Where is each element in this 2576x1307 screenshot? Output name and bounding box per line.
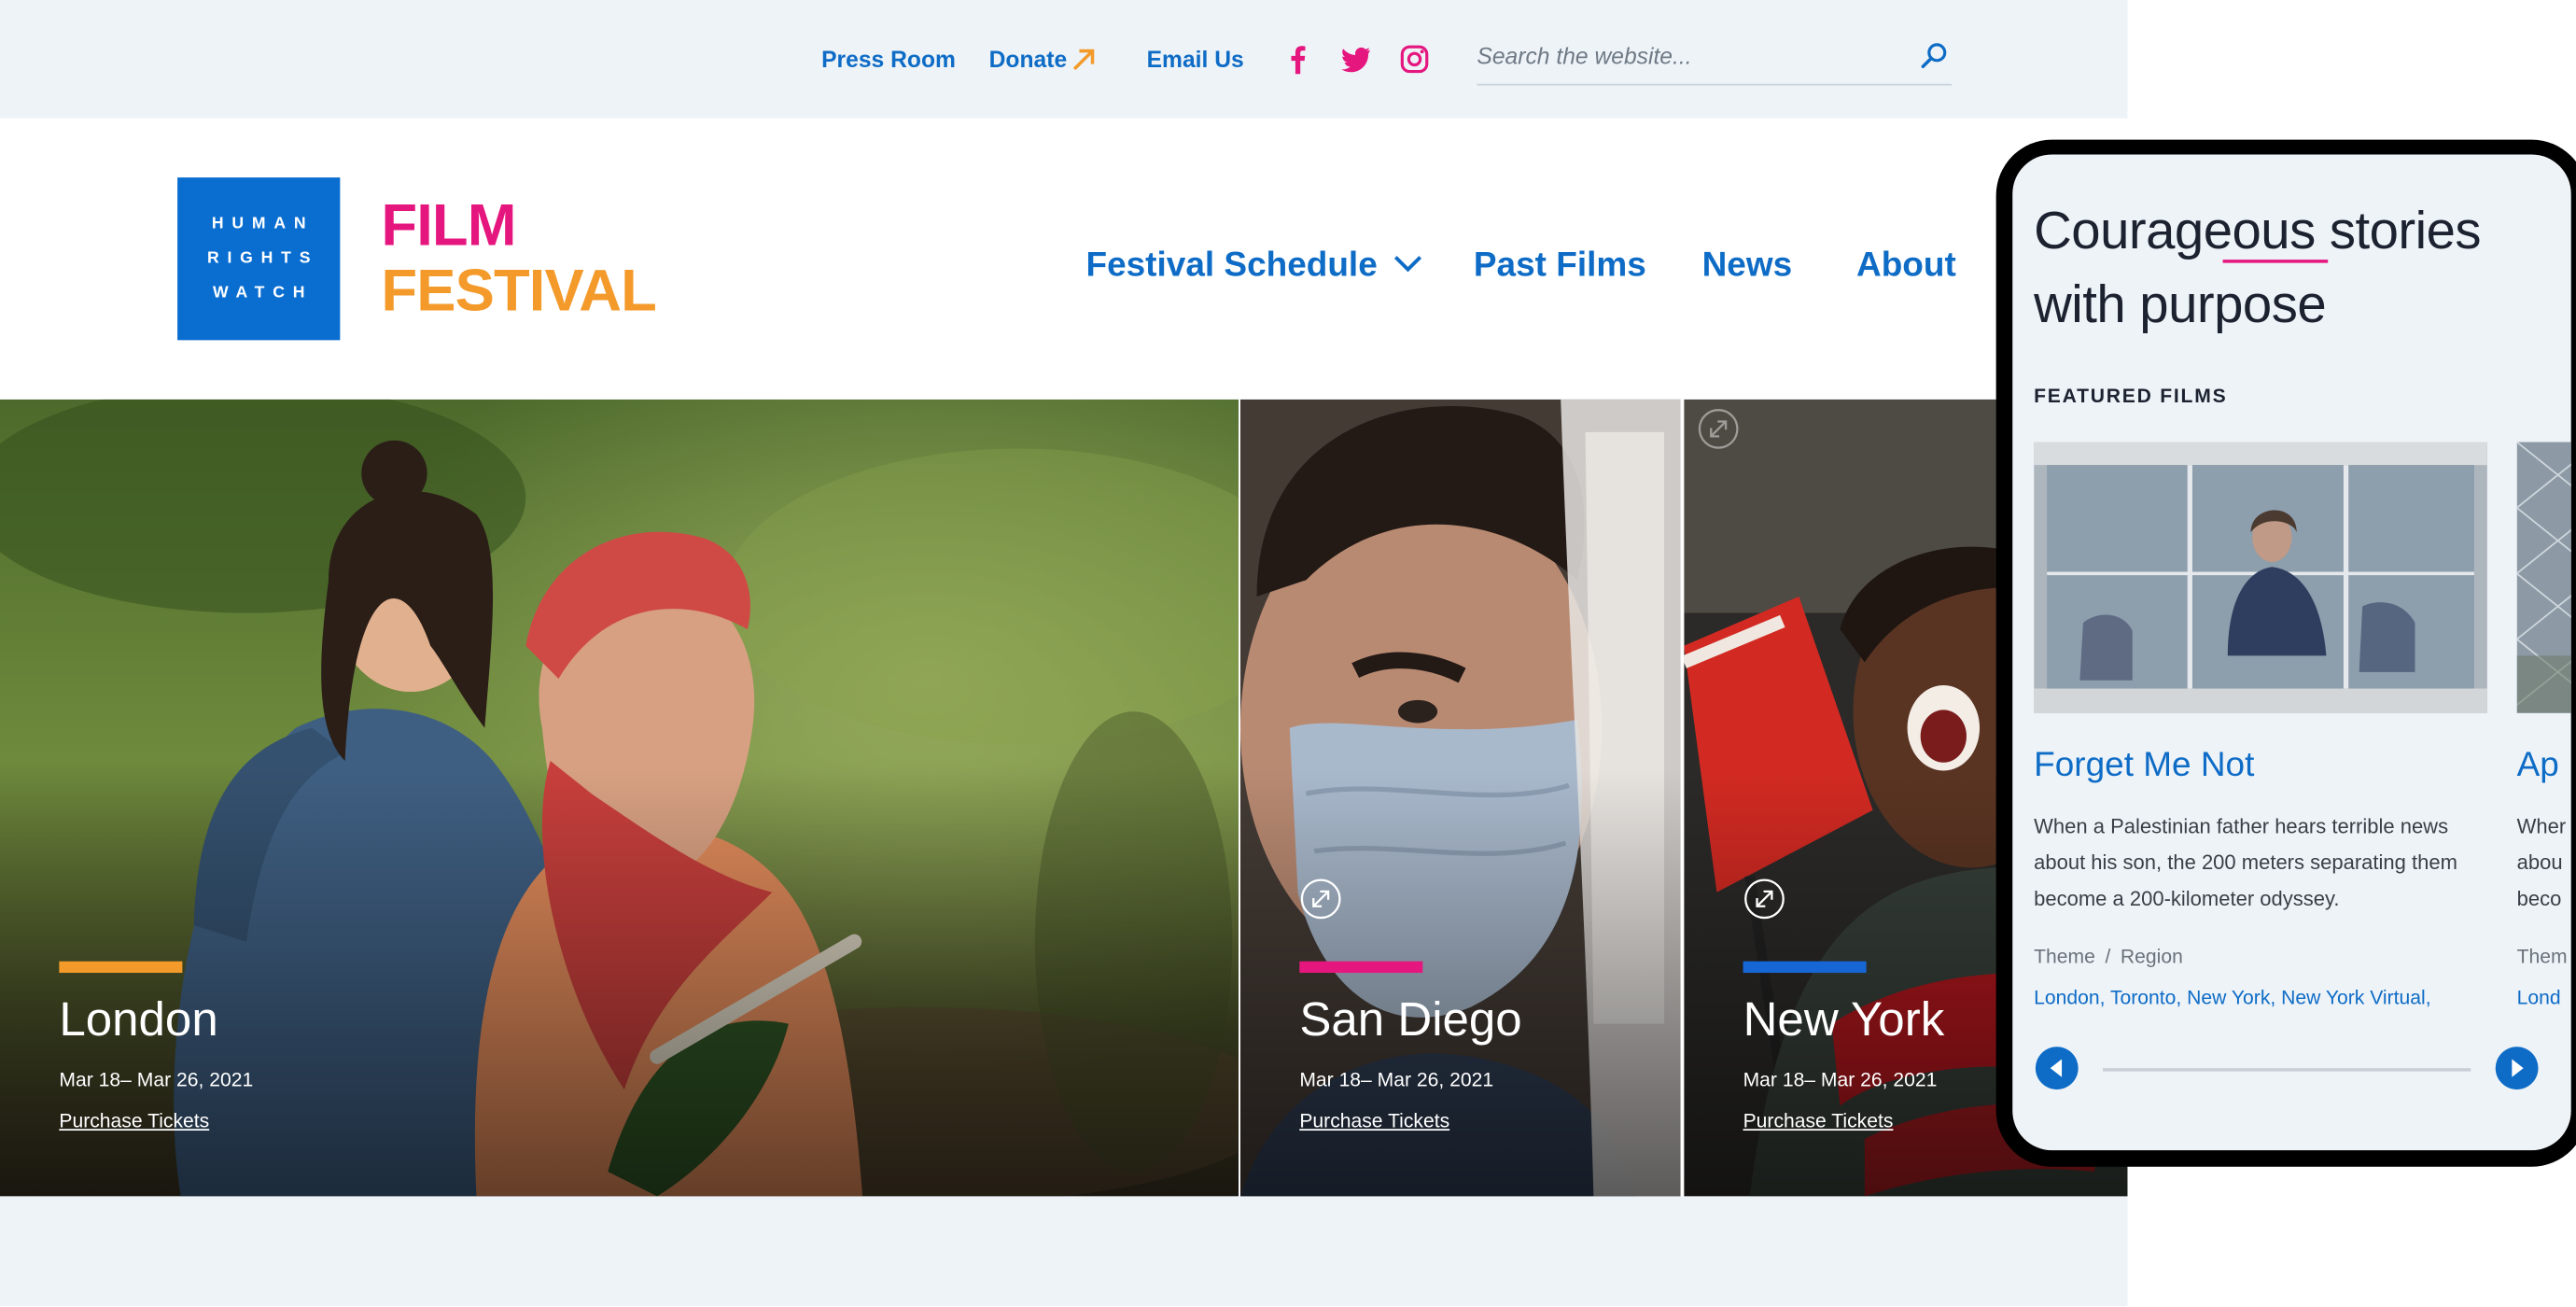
facebook-icon[interactable] xyxy=(1281,43,1314,76)
film-card-description: Wher abou beco xyxy=(2517,808,2571,917)
hero-panel-san-diego[interactable]: San Diego Mar 18– Mar 26, 2021 Purchase … xyxy=(1239,399,1681,1197)
carousel-progress-track[interactable] xyxy=(2103,1068,2471,1072)
second-film-still xyxy=(2516,442,2571,713)
meta-separator: / xyxy=(2105,945,2111,968)
film-card-meta: Theme / Region xyxy=(2034,945,2183,968)
mobile-device-frame: Courageous stories with purpose FEATURED… xyxy=(1995,139,2576,1167)
desc-line: abou xyxy=(2516,850,2563,875)
new-york-city-name: New York xyxy=(1743,993,1945,1047)
film-card-region[interactable]: Region xyxy=(2121,945,2183,968)
external-arrow-icon xyxy=(1073,49,1096,71)
film-card-description: When a Palestinian father hears terrible… xyxy=(2034,815,2457,911)
instagram-icon[interactable] xyxy=(1398,43,1431,76)
expand-icon[interactable] xyxy=(1299,878,1342,921)
expand-icon[interactable] xyxy=(1743,878,1786,921)
hero-locations: London Mar 18– Mar 26, 2021 Purchase Tic… xyxy=(0,399,2128,1197)
nav-about[interactable]: About xyxy=(1856,246,1956,286)
arrow-left-icon[interactable] xyxy=(2034,1045,2079,1090)
nav-news[interactable]: News xyxy=(1702,246,1793,286)
search-box xyxy=(1477,34,1953,86)
film-card-cities[interactable]: London, Toronto, New York, New York Virt… xyxy=(2034,986,2430,1009)
new-york-accent-bar xyxy=(1743,961,1867,974)
press-room-link[interactable]: Press Room xyxy=(821,46,956,72)
chevron-down-icon xyxy=(1394,256,1422,273)
search-input[interactable] xyxy=(1477,34,1888,77)
featured-films-label: FEATURED FILMS xyxy=(2034,384,2228,408)
nav-past-films[interactable]: Past Films xyxy=(1474,246,1646,286)
hero-panel-london[interactable]: London Mar 18– Mar 26, 2021 Purchase Tic… xyxy=(0,399,1239,1197)
film-card-theme[interactable]: Them xyxy=(2517,945,2568,968)
desc-line: Wher xyxy=(2516,815,2567,838)
nav-festival-schedule-label: Festival Schedule xyxy=(1085,246,1378,285)
mobile-headline-line-2: with purpose xyxy=(2034,274,2327,334)
hero-divider xyxy=(1680,399,1685,1197)
mobile-screen: Courageous stories with purpose FEATURED… xyxy=(2012,154,2571,1151)
london-city-name: London xyxy=(59,993,218,1047)
film-card-image[interactable] xyxy=(2034,442,2487,713)
mobile-headline-line-1: Courageous stories xyxy=(2034,200,2482,260)
donate-label: Donate xyxy=(988,46,1068,73)
london-dates: Mar 18– Mar 26, 2021 xyxy=(59,1068,254,1091)
canvas: Press Room Donate Email Us Search the we… xyxy=(0,0,2576,1307)
festival-wordmark[interactable]: FILM FESTIVAL xyxy=(381,190,656,324)
hrw-logo[interactable]: HUMAN RIGHTS WATCH xyxy=(177,177,341,341)
logo-line-1: HUMAN xyxy=(211,215,315,233)
logo-line-3: WATCH xyxy=(213,284,314,302)
san-diego-accent-bar xyxy=(1299,961,1423,974)
utility-bar: Press Room Donate Email Us xyxy=(0,0,2127,119)
twitter-icon[interactable] xyxy=(1339,43,1372,76)
film-card-title[interactable]: Ap xyxy=(2517,746,2559,785)
email-us-link[interactable]: Email Us xyxy=(1147,46,1244,72)
wordmark-festival: FESTIVAL xyxy=(381,256,656,324)
site-header: HUMAN RIGHTS WATCH FILM FESTIVAL Festiva… xyxy=(0,118,2128,400)
nav-festival-schedule[interactable]: Festival Schedule xyxy=(1085,246,1423,286)
search-icon[interactable] xyxy=(1919,41,1949,71)
logo-line-2: RIGHTS xyxy=(206,249,319,268)
film-card-image[interactable] xyxy=(2516,442,2571,713)
new-york-purchase-tickets[interactable]: Purchase Tickets xyxy=(1743,1109,1894,1132)
film-card-title[interactable]: Forget Me Not xyxy=(2034,746,2254,785)
wordmark-film: FILM xyxy=(381,190,516,259)
desc-line: beco xyxy=(2516,887,2562,911)
arrow-right-icon[interactable] xyxy=(2494,1045,2540,1090)
san-diego-purchase-tickets[interactable]: Purchase Tickets xyxy=(1299,1109,1449,1132)
film-card-cities[interactable]: Lond xyxy=(2517,986,2561,1009)
forget-me-not-still xyxy=(2034,442,2487,713)
new-york-dates: Mar 18– Mar 26, 2021 xyxy=(1743,1068,1938,1091)
expand-icon[interactable] xyxy=(1697,408,1740,451)
headline-underline xyxy=(2222,260,2329,263)
london-purchase-tickets[interactable]: Purchase Tickets xyxy=(59,1109,209,1132)
film-card-theme[interactable]: Theme xyxy=(2034,945,2095,968)
mobile-headline: Courageous stories with purpose xyxy=(2034,194,2481,342)
desktop-page: Press Room Donate Email Us Search the we… xyxy=(0,0,2128,1307)
london-accent-bar xyxy=(59,961,183,974)
san-diego-dates: Mar 18– Mar 26, 2021 xyxy=(1299,1068,1494,1091)
hero-divider xyxy=(1239,399,1240,1197)
donate-link[interactable]: Donate xyxy=(989,46,1097,72)
san-diego-city-name: San Diego xyxy=(1299,993,1522,1047)
